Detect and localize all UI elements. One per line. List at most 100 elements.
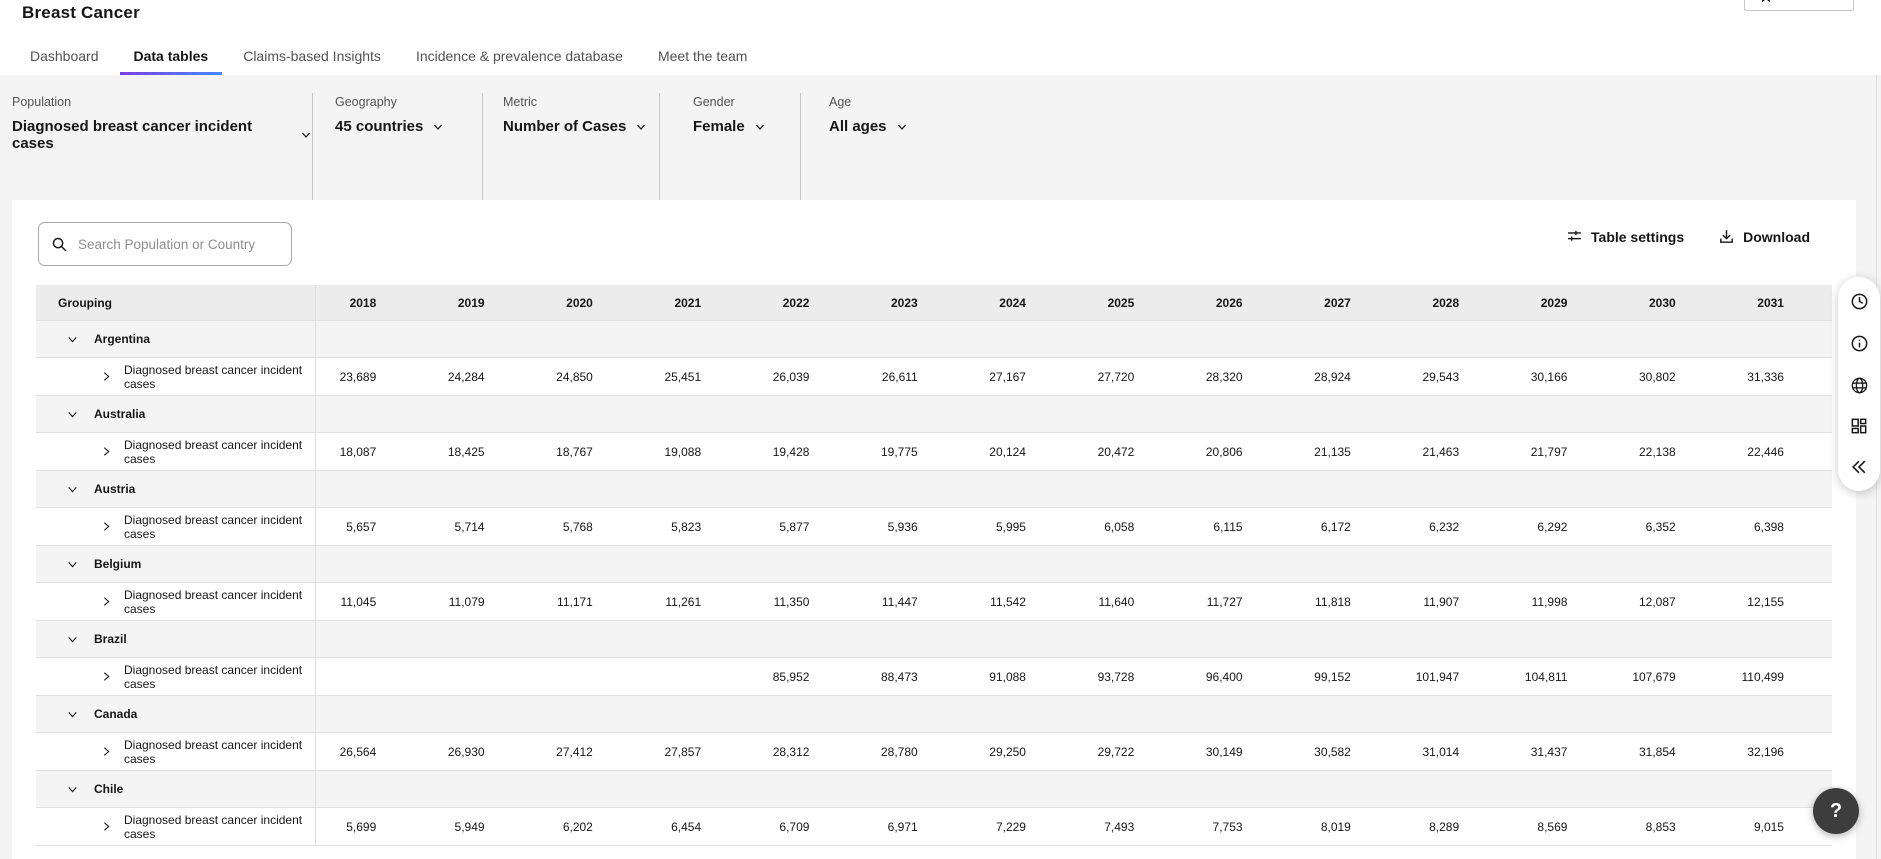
value-cell: 26,564 (316, 733, 424, 770)
measure-label-cell[interactable]: Diagnosed breast cancer incident cases (36, 658, 316, 695)
country-group-cell[interactable]: Canada (36, 696, 316, 732)
empty-cell (1507, 321, 1615, 357)
chevron-down-icon (896, 121, 908, 133)
country-group-cell[interactable]: Chile (36, 771, 316, 807)
measure-row-chile: Diagnosed breast cancer incident cases5,… (36, 808, 1832, 846)
chevron-right-icon[interactable] (100, 745, 113, 758)
filter-age: AgeAll ages (800, 93, 908, 200)
empty-cell (1291, 696, 1399, 732)
chevron-right-icon[interactable] (100, 520, 113, 533)
chevron-right-icon[interactable] (100, 595, 113, 608)
value-cell: 24,850 (533, 358, 641, 395)
value-cell: 6,292 (1507, 508, 1615, 545)
chevron-down-icon[interactable] (66, 483, 79, 496)
country-group-row-australia[interactable]: Australia (36, 396, 1832, 433)
year-header: 2030 (1615, 285, 1723, 320)
measure-label-cell[interactable]: Diagnosed breast cancer incident cases (36, 808, 316, 845)
value-cell: 8,569 (1507, 808, 1615, 845)
chevron-down-icon[interactable] (66, 333, 79, 346)
empty-cell (1399, 471, 1507, 507)
info-button[interactable] (1849, 333, 1870, 354)
country-group-cell[interactable]: Austria (36, 471, 316, 507)
value-cell: 25,451 (641, 358, 749, 395)
tab-claims-based-insights[interactable]: Claims-based Insights (229, 39, 395, 75)
value-cell: 88,473 (857, 658, 965, 695)
filter-value-text: 45 countries (335, 118, 423, 135)
empty-cell (966, 471, 1074, 507)
value-cell: 30,802 (1615, 358, 1723, 395)
empty-cell (966, 771, 1074, 807)
chevron-right-icon[interactable] (100, 670, 113, 683)
save-view-button[interactable]: Save view (1744, 0, 1854, 11)
value-cell: 104,811 (1507, 658, 1615, 695)
help-button[interactable]: ? (1813, 788, 1859, 834)
country-group-cell[interactable]: Argentina (36, 321, 316, 357)
chevron-down-icon[interactable] (66, 783, 79, 796)
value-cell: 26,039 (749, 358, 857, 395)
empty-cell (641, 546, 749, 582)
filter-label: Gender (693, 95, 800, 109)
empty-cell (1182, 621, 1290, 657)
tab-meet-the-team[interactable]: Meet the team (644, 39, 762, 75)
country-group-row-canada[interactable]: Canada (36, 696, 1832, 733)
country-group-row-chile[interactable]: Chile (36, 771, 1832, 808)
empty-cell (1074, 621, 1182, 657)
measure-label: Diagnosed breast cancer incident cases (124, 588, 315, 616)
filter-value-dropdown[interactable]: Diagnosed breast cancer incident cases (12, 118, 312, 152)
value-cell (533, 658, 641, 695)
country-group-row-brazil[interactable]: Brazil (36, 621, 1832, 658)
value-cell: 32,196 (1724, 733, 1832, 770)
year-header: 2025 (1074, 285, 1182, 320)
globe-button[interactable] (1849, 375, 1870, 396)
tab-dashboard[interactable]: Dashboard (16, 39, 113, 75)
country-group-cell[interactable]: Belgium (36, 546, 316, 582)
table-toolbar: Table settings Download (12, 200, 1856, 285)
search-box[interactable] (38, 222, 292, 266)
collapse-panel-button[interactable] (1849, 457, 1869, 477)
chevron-down-icon[interactable] (66, 558, 79, 571)
measure-label-cell[interactable]: Diagnosed breast cancer incident cases (36, 433, 316, 470)
measure-label: Diagnosed breast cancer incident cases (124, 438, 315, 466)
value-cell: 11,640 (1074, 583, 1182, 620)
search-input[interactable] (78, 237, 279, 252)
empty-cell (424, 471, 532, 507)
filter-value-dropdown[interactable]: Female (693, 118, 800, 135)
value-cell: 5,823 (641, 508, 749, 545)
year-header: 2022 (749, 285, 857, 320)
chevron-right-icon[interactable] (100, 445, 113, 458)
country-group-row-argentina[interactable]: Argentina (36, 321, 1832, 358)
country-group-cell[interactable]: Brazil (36, 621, 316, 657)
empty-cell (857, 396, 965, 432)
measure-label-cell[interactable]: Diagnosed breast cancer incident cases (36, 508, 316, 545)
chevron-right-icon[interactable] (100, 370, 113, 383)
measure-label-cell[interactable]: Diagnosed breast cancer incident cases (36, 733, 316, 770)
filter-value-dropdown[interactable]: 45 countries (335, 118, 482, 135)
value-cell: 110,499 (1724, 658, 1832, 695)
filter-value-dropdown[interactable]: Number of Cases (503, 118, 659, 135)
tab-data-tables[interactable]: Data tables (120, 39, 223, 75)
country-name: Austria (94, 482, 135, 496)
dashboard-grid-button[interactable] (1849, 416, 1869, 436)
country-group-cell[interactable]: Australia (36, 396, 316, 432)
chevron-down-icon[interactable] (66, 408, 79, 421)
empty-cell (1615, 471, 1723, 507)
chevron-down-icon[interactable] (66, 708, 79, 721)
tab-incidence-prevalence-database[interactable]: Incidence & prevalence database (402, 39, 637, 75)
download-button[interactable]: Download (1718, 228, 1810, 245)
history-button[interactable] (1849, 291, 1870, 312)
value-cell: 26,611 (857, 358, 965, 395)
country-group-row-austria[interactable]: Austria (36, 471, 1832, 508)
value-cell: 8,289 (1399, 808, 1507, 845)
measure-label-cell[interactable]: Diagnosed breast cancer incident cases (36, 358, 316, 395)
value-cell: 21,463 (1399, 433, 1507, 470)
value-cell: 11,350 (749, 583, 857, 620)
chevron-right-icon[interactable] (100, 820, 113, 833)
empty-cell (1182, 321, 1290, 357)
empty-cell (424, 771, 532, 807)
value-cell: 18,087 (316, 433, 424, 470)
chevron-down-icon[interactable] (66, 633, 79, 646)
filter-value-dropdown[interactable]: All ages (829, 118, 908, 135)
country-group-row-belgium[interactable]: Belgium (36, 546, 1832, 583)
table-settings-button[interactable]: Table settings (1566, 228, 1684, 245)
measure-label-cell[interactable]: Diagnosed breast cancer incident cases (36, 583, 316, 620)
